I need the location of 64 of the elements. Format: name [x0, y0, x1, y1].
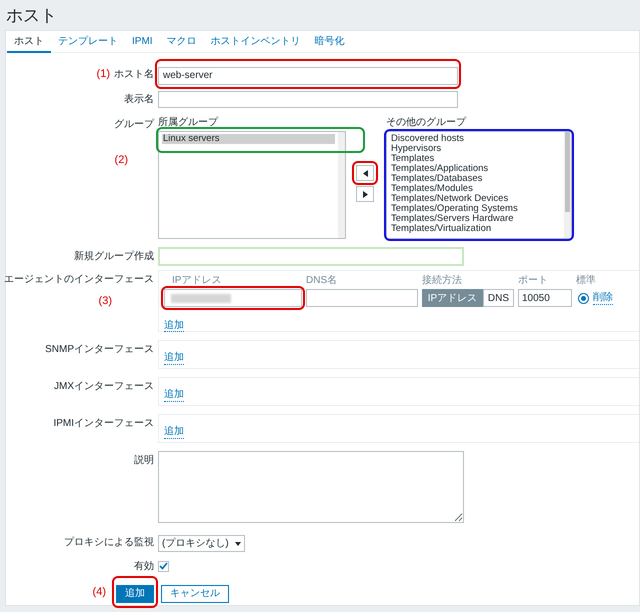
list-option[interactable]: Templates/Servers Hardware [390, 214, 561, 224]
tab[interactable]: ホストインベントリ [204, 31, 308, 53]
annotation-number: (4) [92, 584, 106, 600]
list-option[interactable]: Hypervisors [390, 144, 561, 154]
new-group-field[interactable] [158, 246, 464, 266]
annotation-number: (3) [98, 294, 112, 309]
add-link[interactable]: 追加 [164, 389, 184, 402]
field-label: 説明 [134, 454, 154, 468]
checkmark-icon [159, 562, 168, 570]
list-option[interactable]: Templates/Applications [390, 164, 561, 174]
list-option[interactable]: Templates/Virtualization [390, 224, 561, 234]
column-header: 標準 [576, 274, 597, 287]
field-label: ホスト名 [114, 68, 154, 82]
move-button[interactable] [356, 165, 374, 181]
field-label: SNMPインターフェース [45, 343, 154, 357]
column-header: ポート [518, 274, 549, 287]
column-header: DNS名 [306, 274, 338, 287]
enabled-checkbox[interactable] [158, 560, 169, 572]
add-link[interactable]: 追加 [164, 426, 184, 439]
triangle-right-icon [362, 190, 368, 198]
cancel-button[interactable]: キャンセル [161, 584, 229, 602]
field-label: JMXインターフェース [54, 380, 154, 394]
tab[interactable]: マクロ [160, 31, 204, 53]
host-name-field[interactable]: web-server [158, 66, 458, 84]
tab[interactable]: テンプレート [51, 31, 125, 53]
annotation-number: (1) [96, 66, 110, 82]
field-label: グループ [114, 118, 154, 132]
triangle-left-icon [362, 170, 368, 176]
field-label: エージェントのインターフェース [4, 273, 154, 287]
blurred-text [171, 294, 231, 302]
description-field[interactable] [158, 451, 464, 523]
list-option[interactable]: Templates/Operating Systems [390, 204, 561, 214]
list-heading: 所属グループ [158, 117, 220, 130]
add-link[interactable]: 追加 [164, 320, 184, 332]
list-option[interactable]: Templates [390, 154, 561, 164]
dns-name-field[interactable] [306, 289, 418, 307]
port-field[interactable]: 10050 [518, 289, 572, 307]
remove-link[interactable]: 削除 [593, 292, 613, 304]
annotation-number: (2) [114, 153, 128, 168]
column-header: IPアドレス [172, 274, 222, 287]
list-option[interactable]: Templates/Databases [390, 174, 561, 184]
tab[interactable]: 暗号化 [308, 31, 352, 53]
tab[interactable]: IPMI [125, 31, 160, 53]
list-option[interactable]: Linux servers [162, 134, 335, 144]
move-button[interactable] [356, 186, 374, 202]
proxy-dropdown[interactable]: (プロキシなし) [158, 535, 245, 552]
list-heading: その他のグループ [386, 117, 468, 130]
display-name-field[interactable] [158, 90, 458, 108]
add-link[interactable]: 追加 [164, 352, 184, 365]
caret-icon [234, 542, 241, 546]
tab[interactable]: ホスト [7, 31, 51, 53]
list-option[interactable]: Templates/Network Devices [390, 194, 561, 204]
column-header: 接続方法 [422, 274, 463, 287]
page-title: ホスト [6, 6, 57, 24]
field-label: 新規グループ作成 [74, 250, 154, 264]
connection-toggle[interactable]: DNS [482, 289, 514, 307]
field-label: プロキシによる監視 [64, 536, 154, 550]
field-label: IPMIインターフェース [53, 417, 154, 431]
default-radio[interactable] [578, 292, 589, 304]
field-label: 有効 [134, 560, 154, 574]
field-label: 表示名 [124, 92, 154, 106]
add-button[interactable]: 追加 [116, 584, 154, 602]
list-option[interactable]: Discovered hosts [390, 134, 561, 144]
list-option[interactable]: Templates/Modules [390, 184, 561, 194]
